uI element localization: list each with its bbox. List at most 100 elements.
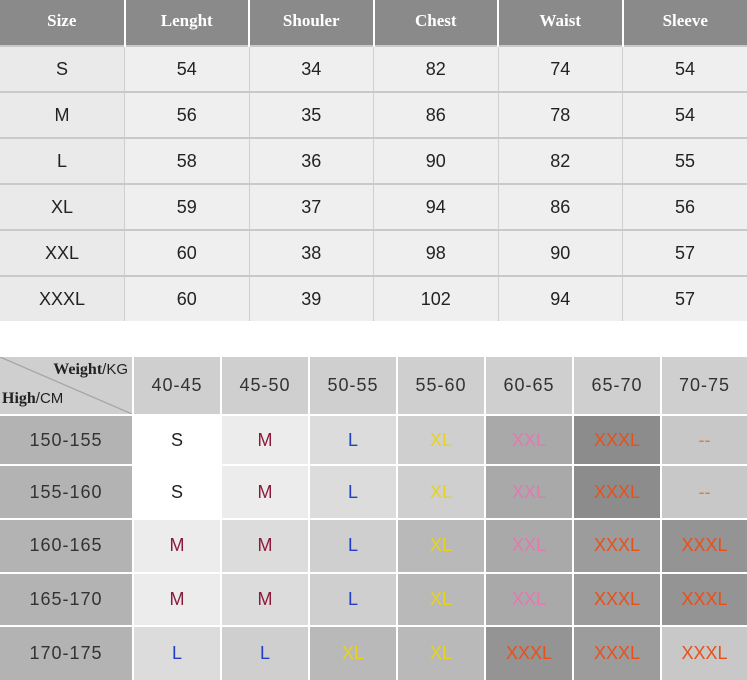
weight-header: 45-50 [220,357,309,415]
size-recommendation-cell: XL [308,625,397,680]
waist-cell: 86 [498,183,623,230]
size-recommendation-cell: M [220,517,309,573]
size-cell: XXXL [0,275,125,321]
size-recommendation-cell: M [220,464,309,519]
shoulder-cell: 38 [249,229,374,276]
size-recommendation-cell: M [220,413,309,466]
table-row: 170-175 L L XL XL XXXL XXXL XXXL [0,625,747,680]
table-row: 160-165 M M L XL XXL XXXL XXXL [0,517,747,573]
weight-header: 50-55 [308,357,397,415]
size-recommendation-cell: XL [396,413,485,466]
table-row: 155-160 S M L XL XXL XXXL -- [0,464,747,519]
waist-cell: 78 [498,91,623,138]
size-recommendation-cell: XXL [484,517,573,573]
size-recommendation-cell: L [132,625,221,680]
height-header: 165-170 [0,571,133,627]
length-cell: 59 [124,183,250,230]
size-recommendation-cell: XL [396,625,485,680]
size-cell: S [0,45,125,92]
waist-cell: 90 [498,229,623,276]
chest-cell: 82 [373,45,499,92]
length-cell: 56 [124,91,250,138]
sleeve-cell: 57 [622,275,747,321]
size-recommendation-cell: XXL [484,464,573,519]
size-recommendation-cell: S [132,464,221,519]
height-header: 170-175 [0,625,133,680]
size-recommendation-cell: XL [396,517,485,573]
size-recommendation-cell: L [308,571,397,627]
chest-cell: 90 [373,137,499,184]
length-cell: 54 [124,45,250,92]
size-recommendation-cell: XL [396,464,485,519]
table-row: 165-170 M M L XL XXL XXXL XXXL [0,571,747,627]
sleeve-cell: 54 [622,91,747,138]
chest-cell: 98 [373,229,499,276]
chest-cell: 94 [373,183,499,230]
size-cell: M [0,91,125,138]
header-chest: Chest [373,0,499,46]
header-sleeve: Sleeve [622,0,747,46]
size-measurement-table: Size Lenght Shouler Chest Waist Sleeve S… [0,0,747,321]
weight-header: 55-60 [396,357,485,415]
fit-guide-table: Weight/KG High/CM 40-45 45-50 50-55 55-6… [0,357,747,680]
table-row: S 54 34 82 74 54 [0,45,747,92]
corner-header: Weight/KG High/CM [0,357,133,415]
size-cell: XL [0,183,125,230]
weight-header-row: Weight/KG High/CM 40-45 45-50 50-55 55-6… [0,357,747,415]
header-shoulder: Shouler [249,0,375,46]
length-cell: 60 [124,229,250,276]
sleeve-cell: 57 [622,229,747,276]
size-recommendation-cell: XXXL [572,517,661,573]
size-recommendation-cell: S [132,413,221,466]
sleeve-cell: 54 [622,45,747,92]
waist-cell: 74 [498,45,623,92]
height-header: 150-155 [0,413,133,466]
header-waist: Waist [498,0,624,46]
shoulder-cell: 36 [249,137,374,184]
size-recommendation-cell: M [132,517,221,573]
weight-header: 60-65 [484,357,573,415]
size-cell: L [0,137,125,184]
size-recommendation-cell: XXL [484,413,573,466]
size-recommendation-cell: L [308,464,397,519]
header-length: Lenght [124,0,250,46]
waist-cell: 82 [498,137,623,184]
waist-cell: 94 [498,275,623,321]
size-recommendation-cell: L [220,625,309,680]
table-row: M 56 35 86 78 54 [0,91,747,138]
table-row: XXL 60 38 98 90 57 [0,229,747,276]
size-recommendation-cell: XL [396,571,485,627]
height-axis-label: High/CM [2,389,64,407]
size-recommendation-cell: XXXL [660,625,747,680]
fit-table-body: 150-155 S M L XL XXL XXXL -- 155-160 S M L XL XXL XXXL… [0,413,747,680]
table-row: 150-155 S M L XL XXL XXXL -- [0,413,747,466]
size-recommendation-cell: L [308,517,397,573]
size-recommendation-cell: M [132,571,221,627]
size-recommendation-cell: L [308,413,397,466]
header-size: Size [0,0,126,46]
size-recommendation-cell: XXXL [572,413,661,466]
chest-cell: 102 [373,275,499,321]
shoulder-cell: 39 [249,275,374,321]
size-cell: XXL [0,229,125,276]
table-row: XXXL 60 39 102 94 57 [0,275,747,321]
weight-axis-label: Weight/KG [53,361,128,378]
size-recommendation-cell: XXXL [572,464,661,519]
size-recommendation-cell: XXXL [660,517,747,573]
size-recommendation-cell: XXXL [572,571,661,627]
weight-header: 65-70 [572,357,661,415]
sleeve-cell: 55 [622,137,747,184]
height-header: 160-165 [0,517,133,573]
sleeve-cell: 56 [622,183,747,230]
weight-header: 70-75 [660,357,747,415]
size-recommendation-cell: XXL [484,571,573,627]
size-recommendation-cell: -- [660,464,747,519]
weight-header: 40-45 [132,357,221,415]
size-recommendation-cell: XXXL [660,571,747,627]
size-table-header-row: Size Lenght Shouler Chest Waist Sleeve [0,0,747,46]
table-row: L 58 36 90 82 55 [0,137,747,184]
size-recommendation-cell: M [220,571,309,627]
length-cell: 58 [124,137,250,184]
shoulder-cell: 37 [249,183,374,230]
size-recommendation-cell: XXXL [484,625,573,680]
